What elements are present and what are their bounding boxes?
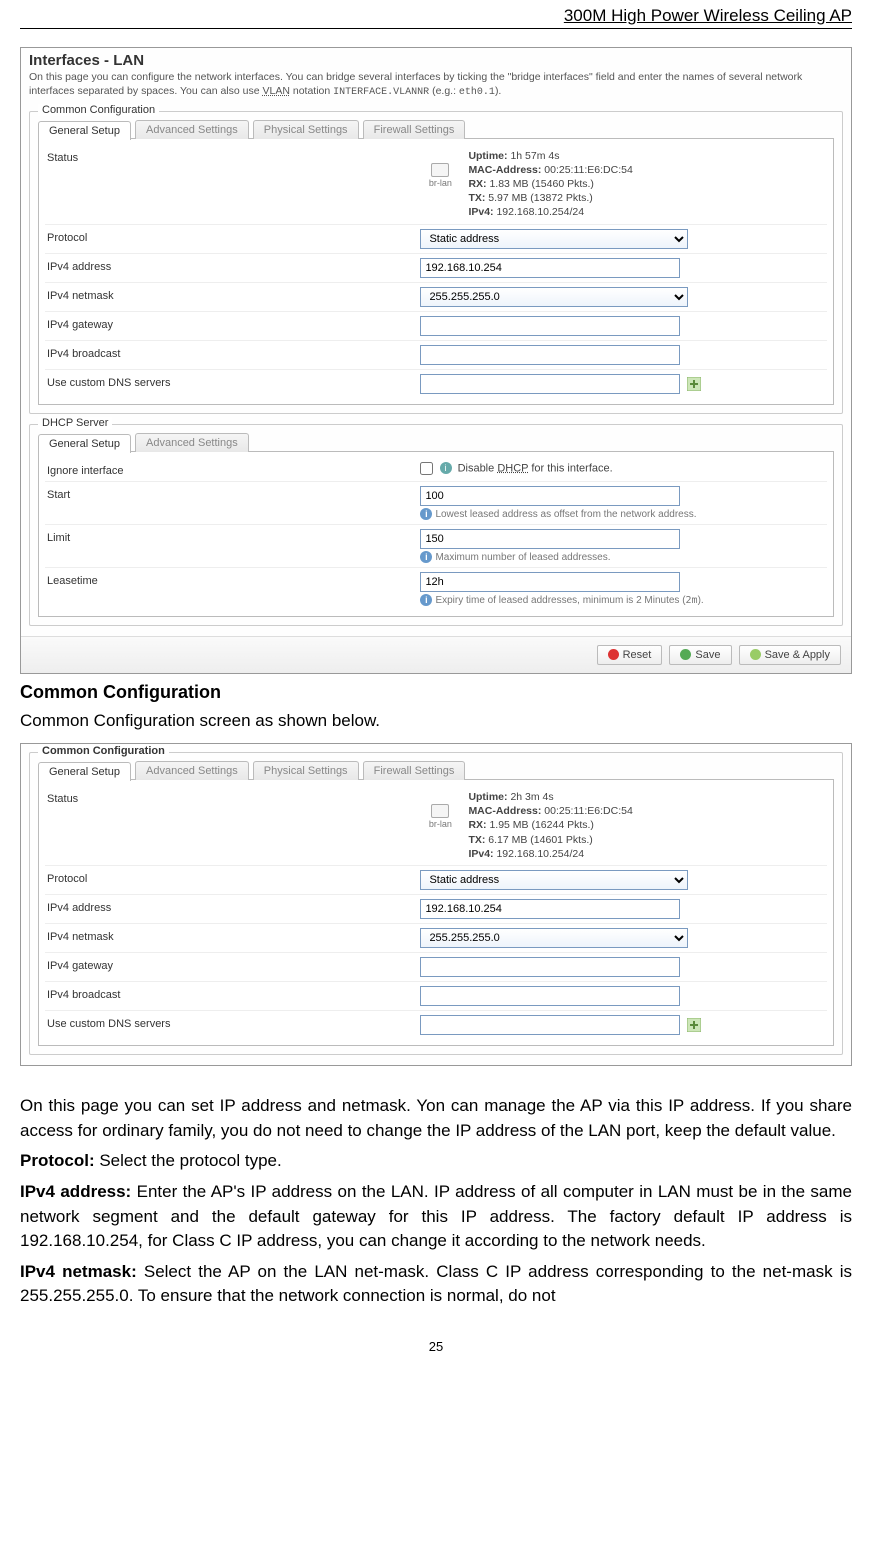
tab-physical-settings[interactable]: Physical Settings xyxy=(253,120,359,139)
dhcp-tabs: General Setup Advanced Settings xyxy=(38,433,834,452)
ipv4-netmask-label: IPv4 netmask xyxy=(47,928,420,943)
tab-advanced-settings[interactable]: Advanced Settings xyxy=(135,120,249,139)
ipv4-netmask-label: IPv4 netmask xyxy=(47,287,420,302)
dns-input[interactable] xyxy=(420,374,680,394)
info-icon: i xyxy=(420,594,432,606)
status-details: Uptime: 2h 3m 4s MAC-Address: 00:25:11:E… xyxy=(468,790,632,861)
limit-hint: iMaximum number of leased addresses. xyxy=(420,551,825,563)
ipv4-broadcast-label: IPv4 broadcast xyxy=(47,986,420,1001)
ipv4-broadcast-input[interactable] xyxy=(420,986,680,1006)
protocol-label: Protocol xyxy=(47,870,420,885)
button-bar: Reset Save Save & Apply xyxy=(21,636,851,673)
screenshot-common-config: Common Configuration General Setup Advan… xyxy=(20,743,852,1066)
ignore-hint: Disable DHCP for this interface. xyxy=(458,462,613,474)
info-icon: i xyxy=(420,551,432,563)
ipv4-address-label: IPv4 address xyxy=(47,258,420,273)
ipv4-address-label: IPv4 address xyxy=(47,899,420,914)
save-button[interactable]: Save xyxy=(669,645,731,665)
network-icon xyxy=(431,163,449,177)
config-tabs: General Setup Advanced Settings Physical… xyxy=(38,120,834,139)
dns-label: Use custom DNS servers xyxy=(47,374,420,389)
ignore-interface-label: Ignore interface xyxy=(47,462,420,477)
reset-button[interactable]: Reset xyxy=(597,645,663,665)
ipv4-netmask-select[interactable]: 255.255.255.0 xyxy=(420,928,688,948)
status-details: Uptime: 1h 57m 4s MAC-Address: 00:25:11:… xyxy=(468,149,632,220)
tab-advanced-settings[interactable]: Advanced Settings xyxy=(135,433,249,452)
ipv4-gateway-input[interactable] xyxy=(420,316,680,336)
status-label: Status xyxy=(47,149,420,164)
add-icon[interactable] xyxy=(687,377,701,391)
interface-icon: br-lan xyxy=(420,163,460,189)
common-config-fieldset: Common Configuration General Setup Advan… xyxy=(29,111,843,414)
start-label: Start xyxy=(47,486,420,501)
paragraph: Protocol: Select the protocol type. xyxy=(20,1149,852,1174)
section-subtext: Common Configuration screen as shown bel… xyxy=(20,709,852,734)
paragraph: IPv4 address: Enter the AP's IP address … xyxy=(20,1180,852,1254)
leasetime-label: Leasetime xyxy=(47,572,420,587)
tab-physical-settings[interactable]: Physical Settings xyxy=(253,761,359,780)
start-hint: iLowest leased address as offset from th… xyxy=(420,508,825,520)
leasetime-hint: iExpiry time of leased addresses, minimu… xyxy=(420,594,825,606)
paragraph: On this page you can set IP address and … xyxy=(20,1094,852,1143)
status-label: Status xyxy=(47,790,420,805)
protocol-select[interactable]: Static address xyxy=(420,870,688,890)
ipv4-netmask-select[interactable]: 255.255.255.0 xyxy=(420,287,688,307)
screenshot-interfaces-lan: Interfaces - LAN On this page you can co… xyxy=(20,47,852,674)
ipv4-address-input[interactable] xyxy=(420,899,680,919)
ipv4-gateway-label: IPv4 gateway xyxy=(47,957,420,972)
limit-label: Limit xyxy=(47,529,420,544)
tab-firewall-settings[interactable]: Firewall Settings xyxy=(363,761,466,780)
ignore-interface-checkbox[interactable] xyxy=(420,462,433,475)
add-icon[interactable] xyxy=(687,1018,701,1032)
protocol-label: Protocol xyxy=(47,229,420,244)
start-input[interactable] xyxy=(420,486,680,506)
ipv4-gateway-input[interactable] xyxy=(420,957,680,977)
limit-input[interactable] xyxy=(420,529,680,549)
ipv4-broadcast-input[interactable] xyxy=(420,345,680,365)
page-number: 25 xyxy=(20,1339,852,1354)
info-icon: i xyxy=(440,462,452,474)
ipv4-gateway-label: IPv4 gateway xyxy=(47,316,420,331)
fieldset-legend: DHCP Server xyxy=(38,417,112,429)
tab-general-setup[interactable]: General Setup xyxy=(38,434,131,453)
interface-icon: br-lan xyxy=(420,804,460,830)
dhcp-server-fieldset: DHCP Server General Setup Advanced Setti… xyxy=(29,424,843,626)
dns-label: Use custom DNS servers xyxy=(47,1015,420,1030)
section-heading: Common Configuration xyxy=(20,682,852,703)
tab-advanced-settings[interactable]: Advanced Settings xyxy=(135,761,249,780)
ipv4-address-input[interactable] xyxy=(420,258,680,278)
panel-title: Interfaces - LAN xyxy=(21,48,851,69)
common-config-fieldset-2: Common Configuration General Setup Advan… xyxy=(29,752,843,1055)
page-header: 300M High Power Wireless Ceiling AP xyxy=(20,0,852,29)
tab-general-setup[interactable]: General Setup xyxy=(38,762,131,781)
save-apply-button[interactable]: Save & Apply xyxy=(739,645,841,665)
fieldset-legend: Common Configuration xyxy=(38,745,169,757)
info-icon: i xyxy=(420,508,432,520)
fieldset-legend: Common Configuration xyxy=(38,104,159,116)
paragraph: IPv4 netmask: Select the AP on the LAN n… xyxy=(20,1260,852,1309)
reset-icon xyxy=(608,649,619,660)
tab-firewall-settings[interactable]: Firewall Settings xyxy=(363,120,466,139)
ipv4-broadcast-label: IPv4 broadcast xyxy=(47,345,420,360)
save-icon xyxy=(680,649,691,660)
config-tabs-2: General Setup Advanced Settings Physical… xyxy=(38,761,834,780)
tab-general-setup[interactable]: General Setup xyxy=(38,121,131,140)
protocol-select[interactable]: Static address xyxy=(420,229,688,249)
network-icon xyxy=(431,804,449,818)
apply-icon xyxy=(750,649,761,660)
leasetime-input[interactable] xyxy=(420,572,680,592)
dns-input[interactable] xyxy=(420,1015,680,1035)
panel-description: On this page you can configure the netwo… xyxy=(21,69,851,105)
